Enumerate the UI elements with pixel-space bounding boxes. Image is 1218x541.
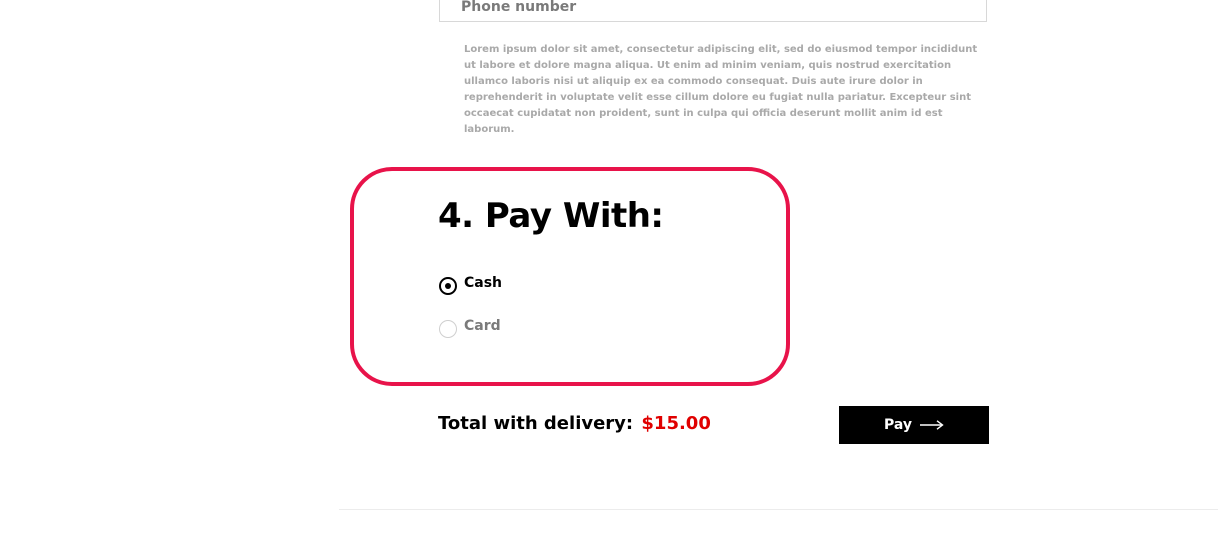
cash-radio[interactable]	[439, 277, 457, 295]
payment-option-cash[interactable]: Cash	[439, 275, 503, 295]
cash-option-label: Cash	[464, 275, 503, 291]
contact-note-text: Lorem ipsum dolor sit amet, consectetur …	[464, 44, 978, 135]
radio-dot	[445, 283, 451, 289]
arrow-right-icon	[920, 420, 944, 430]
payment-option-card[interactable]: Card	[439, 318, 501, 338]
order-total: Total with delivery: $15.00	[438, 413, 711, 434]
card-option-label: Card	[464, 318, 501, 334]
pay-button-label: Pay	[883, 417, 913, 433]
payment-section-title: 4. Pay With:	[438, 196, 664, 236]
pay-button[interactable]: Pay	[839, 406, 989, 444]
total-amount: $15.00	[641, 413, 711, 434]
footer-divider	[339, 509, 1218, 510]
card-radio[interactable]	[439, 320, 457, 338]
total-label: Total with delivery:	[438, 413, 634, 434]
phone-number-input[interactable]	[439, 0, 987, 22]
checkout-page: Lorem ipsum dolor sit amet, consectetur …	[0, 0, 1218, 541]
